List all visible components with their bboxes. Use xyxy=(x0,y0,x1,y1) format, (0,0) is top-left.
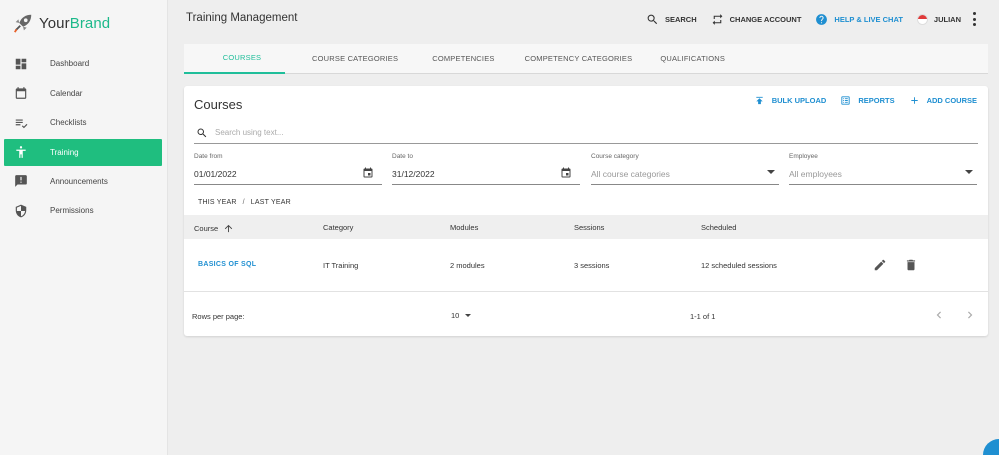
sidebar-item-calendar[interactable]: Calendar xyxy=(0,79,168,109)
more-vert-icon[interactable] xyxy=(971,12,977,26)
course-category-placeholder: All course categories xyxy=(591,169,670,179)
tab-qualifications[interactable]: QUALIFICATIONS xyxy=(646,44,739,74)
table-header: Course Category Modules Sessions Schedul… xyxy=(184,215,988,239)
rocket-logo-icon xyxy=(13,14,32,33)
column-sessions[interactable]: Sessions xyxy=(574,223,604,232)
date-from-value: 01/01/2022 xyxy=(194,169,237,179)
brand-name-suffix: Brand xyxy=(69,14,111,32)
table-footer: Rows per page: 10 1-1 of 1 xyxy=(184,293,988,336)
tab-course-categories[interactable]: COURSE CATEGORIES xyxy=(285,44,412,74)
column-course[interactable]: Course xyxy=(194,223,234,234)
sidebar-item-label: Training xyxy=(50,147,79,157)
chevron-down-icon xyxy=(965,170,973,174)
sidebar-item-label: Calendar xyxy=(50,88,83,98)
course-category-select[interactable]: Course category All course categories xyxy=(591,153,779,185)
brand-name-prefix: Your xyxy=(39,14,70,32)
date-to-field[interactable]: Date to 31/12/2022 xyxy=(392,153,580,185)
course-link[interactable]: BASICS OF SQL xyxy=(198,261,256,268)
reports-button[interactable]: REPORTS xyxy=(840,95,895,106)
sidebar-item-announcements[interactable]: Announcements xyxy=(0,167,168,197)
sidebar-nav: Dashboard Calendar Checklists Training A… xyxy=(0,49,168,226)
page-title: Training Management xyxy=(186,12,298,24)
change-account-button[interactable]: CHANGE ACCOUNT xyxy=(711,13,801,26)
search-field xyxy=(194,122,978,144)
person-icon xyxy=(14,145,28,159)
sidebar-item-training[interactable]: Training xyxy=(4,138,162,166)
calendar-icon[interactable] xyxy=(560,166,572,178)
search-button[interactable]: SEARCH xyxy=(646,13,697,26)
calendar-icon[interactable] xyxy=(362,166,374,178)
edit-icon[interactable] xyxy=(873,258,887,272)
sidebar-item-label: Announcements xyxy=(50,176,108,186)
report-icon xyxy=(841,96,850,105)
upload-icon xyxy=(756,96,763,105)
date-to-value: 31/12/2022 xyxy=(392,169,435,179)
cell-category: IT Training xyxy=(323,261,359,270)
delete-icon[interactable] xyxy=(904,258,918,272)
plus-icon xyxy=(910,97,918,104)
chevron-left-icon[interactable] xyxy=(932,308,946,322)
chevron-right-icon[interactable] xyxy=(963,308,977,322)
tab-competency-categories[interactable]: COMPETENCY CATEGORIES xyxy=(509,44,647,74)
cell-sessions: 3 sessions xyxy=(574,261,610,270)
column-category[interactable]: Category xyxy=(323,223,353,232)
pagination-range: 1-1 of 1 xyxy=(690,312,716,321)
dashboard-icon xyxy=(14,57,28,71)
header-actions: SEARCH CHANGE ACCOUNT HELP & LIVE CHAT J… xyxy=(632,10,977,28)
courses-card: Courses BULK UPLOAD REPORTS ADD COURSE D… xyxy=(184,86,988,336)
this-year-link[interactable]: THIS YEAR xyxy=(198,199,237,206)
search-icon xyxy=(197,128,207,137)
rows-per-page-label: Rows per page: xyxy=(192,312,245,321)
date-from-field[interactable]: Date from 01/01/2022 xyxy=(194,153,382,185)
tab-competencies[interactable]: COMPETENCIES xyxy=(412,44,508,74)
tab-courses[interactable]: COURSES xyxy=(184,44,285,74)
checklist-icon xyxy=(14,116,28,130)
sidebar-item-checklists[interactable]: Checklists xyxy=(0,108,168,138)
cell-modules: 2 modules xyxy=(450,261,485,270)
search-input[interactable] xyxy=(215,128,915,137)
user-menu[interactable]: JULIAN xyxy=(916,13,961,25)
rows-per-page-select[interactable]: 10 xyxy=(451,311,472,320)
top-header: Training Management SEARCH CHANGE ACCOUN… xyxy=(168,0,999,38)
sidebar-item-permissions[interactable]: Permissions xyxy=(0,196,168,226)
arrow-up-icon xyxy=(225,224,233,233)
card-title: Courses xyxy=(194,97,243,112)
bulk-upload-button[interactable]: BULK UPLOAD xyxy=(754,95,826,106)
help-icon xyxy=(816,13,828,25)
card-actions: BULK UPLOAD REPORTS ADD COURSE xyxy=(740,95,977,106)
sidebar-item-label: Permissions xyxy=(50,206,94,216)
chat-bubble-button[interactable] xyxy=(983,439,999,455)
separator: / xyxy=(242,199,245,206)
announcement-icon xyxy=(14,174,28,188)
employee-select[interactable]: Employee All employees xyxy=(789,153,977,185)
add-course-button[interactable]: ADD COURSE xyxy=(909,95,977,106)
column-scheduled[interactable]: Scheduled xyxy=(701,223,736,232)
column-modules[interactable]: Modules xyxy=(450,223,478,232)
brand-logo[interactable]: YourBrand xyxy=(12,12,110,34)
search-icon xyxy=(647,14,658,24)
flag-icon xyxy=(916,13,928,25)
last-year-link[interactable]: LAST YEAR xyxy=(251,199,291,206)
chevron-down-icon xyxy=(465,314,472,317)
chevron-down-icon xyxy=(767,170,775,174)
quick-date-links: THIS YEAR / LAST YEAR xyxy=(198,199,291,206)
sidebar-item-label: Checklists xyxy=(50,118,87,128)
sidebar-item-label: Dashboard xyxy=(50,59,90,69)
sidebar-item-dashboard[interactable]: Dashboard xyxy=(0,49,168,79)
help-chat-button[interactable]: HELP & LIVE CHAT xyxy=(815,13,903,26)
cell-scheduled: 12 scheduled sessions xyxy=(701,261,777,270)
calendar-icon xyxy=(14,86,28,100)
swap-icon xyxy=(712,13,722,25)
table-row[interactable]: BASICS OF SQL IT Training 2 modules 3 se… xyxy=(184,239,988,292)
tab-bar: COURSES COURSE CATEGORIES COMPETENCIES C… xyxy=(184,44,988,74)
sidebar: YourBrand Dashboard Calendar Checklists … xyxy=(0,0,168,455)
employee-placeholder: All employees xyxy=(789,169,842,179)
shield-icon xyxy=(14,204,28,218)
